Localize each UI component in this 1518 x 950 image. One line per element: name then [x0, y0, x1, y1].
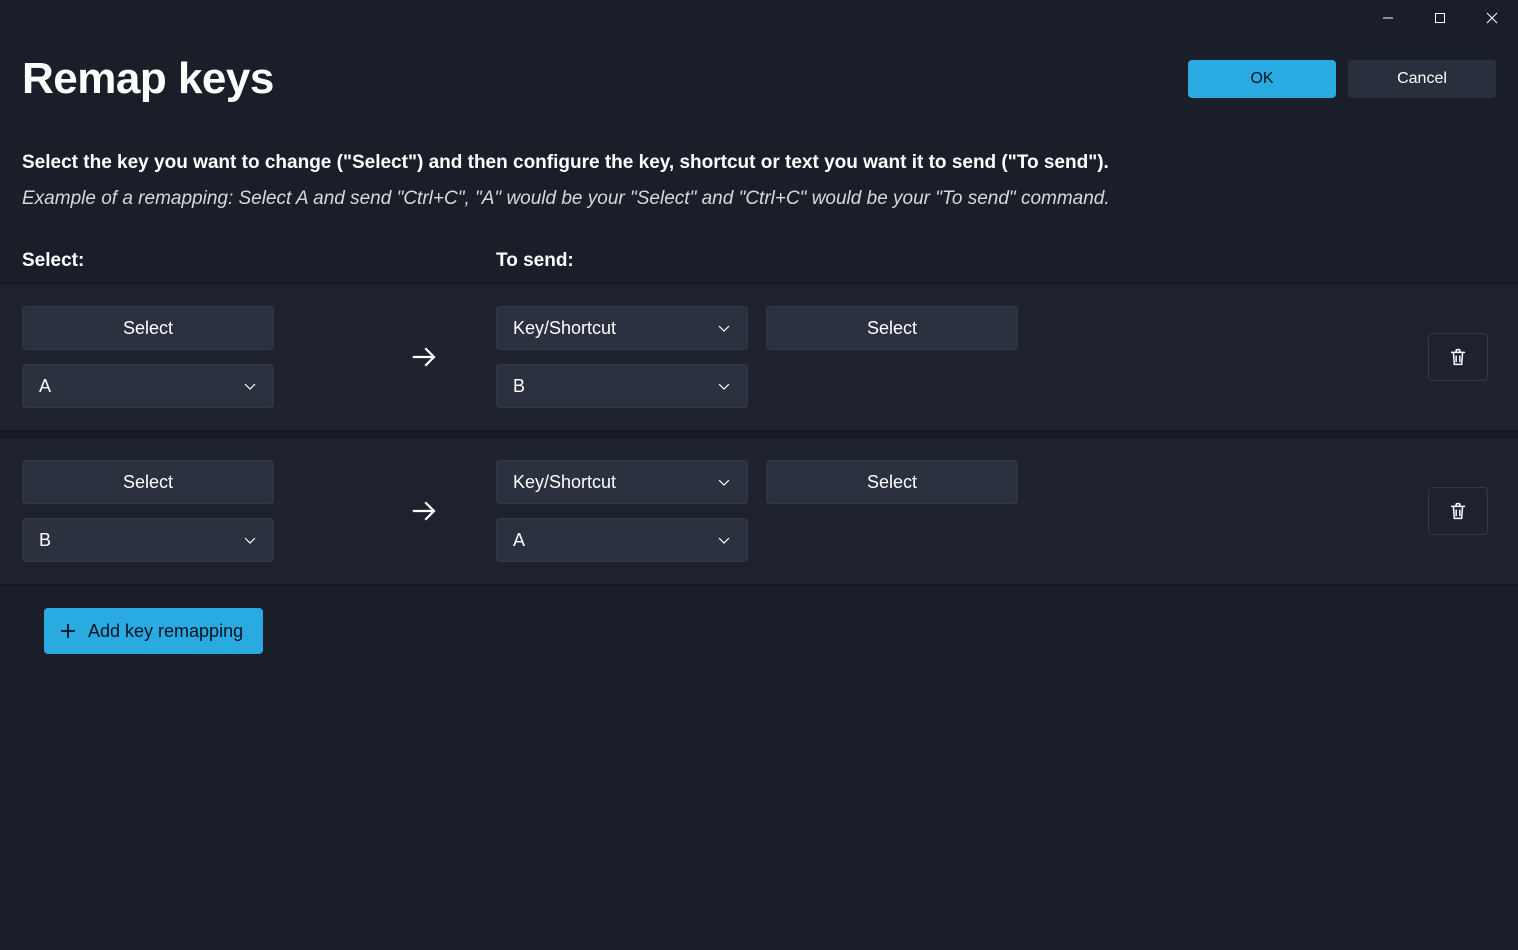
tosend-key-dropdown[interactable]: A	[496, 518, 748, 562]
delete-row-button[interactable]	[1428, 487, 1488, 535]
tosend-select-button[interactable]: Select	[766, 460, 1018, 504]
example-text: Example of a remapping: Select A and sen…	[22, 188, 1496, 210]
delete-row-button[interactable]	[1428, 333, 1488, 381]
select-column-header: Select:	[22, 250, 496, 272]
header-row: Remap keys OK Cancel	[22, 54, 1496, 104]
select-key-value: A	[39, 376, 51, 397]
arrow-column	[352, 496, 496, 526]
tosend-key-value: A	[513, 530, 525, 551]
tosend-mode-dropdown[interactable]: Key/Shortcut	[496, 460, 748, 504]
remap-row: Select A Key/Shortcut B	[0, 282, 1518, 432]
tosend-mode-value: Key/Shortcut	[513, 318, 616, 339]
tosend-key-dropdown[interactable]: B	[496, 364, 748, 408]
ok-button[interactable]: OK	[1188, 60, 1336, 98]
minimize-icon	[1382, 12, 1394, 24]
select-key-button[interactable]: Select	[22, 306, 274, 350]
tosend-key-value: B	[513, 376, 525, 397]
arrow-column	[352, 342, 496, 372]
plus-icon	[58, 621, 78, 641]
chevron-down-icon	[243, 379, 257, 393]
main-content: Remap keys OK Cancel Select the key you …	[0, 36, 1518, 676]
maximize-icon	[1434, 12, 1446, 24]
remap-rows: Select A Key/Shortcut B	[0, 282, 1518, 586]
add-remapping-label: Add key remapping	[88, 621, 243, 642]
chevron-down-icon	[717, 321, 731, 335]
tosend-column: Key/Shortcut B Select	[496, 306, 1428, 408]
arrow-right-icon	[409, 342, 439, 372]
trash-icon	[1447, 500, 1469, 522]
minimize-button[interactable]	[1362, 0, 1414, 36]
add-remapping-button[interactable]: Add key remapping	[44, 608, 263, 654]
action-buttons: OK Cancel	[1188, 60, 1496, 98]
titlebar	[0, 0, 1518, 36]
remap-row: Select B Key/Shortcut A	[0, 436, 1518, 586]
select-key-dropdown[interactable]: B	[22, 518, 274, 562]
chevron-down-icon	[243, 533, 257, 547]
tosend-column: Key/Shortcut A Select	[496, 460, 1428, 562]
instruction-text: Select the key you want to change ("Sele…	[22, 152, 1496, 174]
tosend-stack: Key/Shortcut B	[496, 306, 748, 408]
page-title: Remap keys	[22, 54, 274, 104]
tosend-mode-value: Key/Shortcut	[513, 472, 616, 493]
tosend-stack: Key/Shortcut A	[496, 460, 748, 562]
tosend-select-button[interactable]: Select	[766, 306, 1018, 350]
add-button-row: Add key remapping	[22, 586, 1496, 676]
chevron-down-icon	[717, 533, 731, 547]
close-button[interactable]	[1466, 0, 1518, 36]
select-column: Select B	[22, 460, 352, 562]
close-icon	[1486, 12, 1498, 24]
delete-column	[1428, 487, 1496, 535]
tosend-mode-dropdown[interactable]: Key/Shortcut	[496, 306, 748, 350]
delete-column	[1428, 333, 1496, 381]
chevron-down-icon	[717, 475, 731, 489]
select-key-value: B	[39, 530, 51, 551]
cancel-button[interactable]: Cancel	[1348, 60, 1496, 98]
trash-icon	[1447, 346, 1469, 368]
tosend-column-header: To send:	[496, 250, 1496, 272]
select-column: Select A	[22, 306, 352, 408]
chevron-down-icon	[717, 379, 731, 393]
column-headers: Select: To send:	[22, 250, 1496, 272]
arrow-right-icon	[409, 496, 439, 526]
select-key-button[interactable]: Select	[22, 460, 274, 504]
select-key-dropdown[interactable]: A	[22, 364, 274, 408]
maximize-button[interactable]	[1414, 0, 1466, 36]
